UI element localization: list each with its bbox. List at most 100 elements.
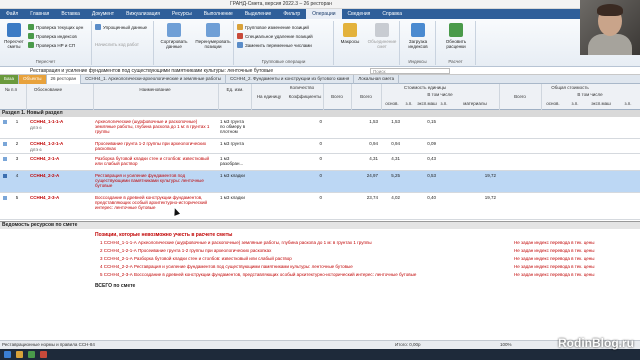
warning-item[interactable]: 3 ССНН4_2-1-А Разборка бутовой кладки ст… [100,256,292,261]
warning-item[interactable]: 5 ССНН4_2-3-А Воссоздание в древней конс… [100,272,416,277]
table-row[interactable]: 1 ССНН4_1-1-1-А ДЛЭ 6 Археологические (ш… [0,117,640,139]
col-osn[interactable]: основ. [382,101,402,106]
row-unit: 1 м3 кладки [220,195,245,200]
tab-estimate[interactable]: 26 ресторан [46,75,82,84]
col-ekspl[interactable]: эксп.маш [416,101,438,106]
row-code: ССНН4_2-2-А [30,173,60,178]
col-overall-incl[interactable]: В том числе [542,92,638,97]
col-materials[interactable]: материалы [452,101,498,106]
download-icon [411,23,425,37]
row-code: ССНН4_1-1-1-А [30,119,64,124]
title-bar: ГРАНД-Смета, версия 2022.3 – 26 ресторан [0,0,640,9]
menu-selection[interactable]: Выделение [239,9,278,19]
col-zpm[interactable]: з.п. [438,101,450,106]
col-qty-coef[interactable]: Коэффициенты [287,94,323,99]
tab-base[interactable]: База [0,75,19,84]
table-row-selected[interactable]: 4 ССНН4_2-2-А Реставрация и усиление фун… [0,171,640,193]
app-icon[interactable] [40,351,47,358]
tab-ssnn-2[interactable]: ССНН4_2. Фундаменты и конструкции из бут… [226,75,355,84]
menu-execution[interactable]: Выполнение [198,9,239,19]
menu-home[interactable]: Главная [24,9,55,19]
table-row[interactable]: 3 ССНН4_2-1-А Разборка бутовой кладки ст… [0,154,640,171]
update-rates-button[interactable]: Обновить расценки [438,23,474,49]
ribbon-group-calc: Обновить расценки Расчет [436,21,476,65]
ribbon-group-sort: Сортировать данные Перенумеровать позици… [154,21,234,65]
col-o-ekspl[interactable]: эксп.маш [586,101,616,106]
menu-help[interactable]: Справка [376,9,408,19]
section-header[interactable]: Раздел 1. Новый раздел [0,110,640,117]
row-unit: 1 м3 разобран... [220,156,244,166]
simplified-data-button[interactable]: Упрощенный данные [95,24,147,30]
renumber-icon [206,23,220,37]
col-basis[interactable]: Обоснование [28,87,68,92]
window-title: ГРАНД-Смета, версия 2022.3 – 26 ресторан [230,1,332,7]
warning-item[interactable]: 1 ССНН4_1-1-1-А Археологические (шурфово… [100,240,372,245]
edit-line: Реставрация и усиление фундаментов под с… [0,67,640,75]
explorer-icon[interactable] [16,351,23,358]
search-input[interactable]: Поиск [370,68,450,74]
row-qty: 0 [319,119,322,124]
group-change-button[interactable]: Групповое изменение позиций [237,24,309,30]
menu-document[interactable]: Документ [86,9,120,19]
merge-estimates-button[interactable]: Объединение смет [366,23,398,49]
table-row[interactable]: 2 ССНН4_1-2-1-А ДЛЭ 6 Просеивание грунта… [0,139,640,154]
warning-item[interactable]: 2 ССНН4_1-2-1-А Просеивание грунта 1-2 г… [100,248,271,253]
col-name[interactable]: Наименование [95,87,215,92]
resource-sheet-header[interactable]: Ведомость ресурсов по смете [0,221,640,229]
menu-insert[interactable]: Вставка [55,9,86,19]
col-cost-unit[interactable]: Стоимость единицы [352,85,498,90]
menu-filter[interactable]: Фильтр [277,9,306,19]
renumber-button[interactable]: Перенумеровать позиции [194,23,232,49]
replace-icon [237,42,243,48]
col-cost-total[interactable]: Всего [352,94,380,99]
ribbon-group-indexes: Загрузка индексов Индексы [400,21,436,65]
menu-file[interactable]: Файл [0,9,24,19]
tab-objects[interactable]: Объекты [18,75,47,84]
col-num[interactable]: № п.п [2,87,20,92]
table-row[interactable]: 5 ССНН4_2-3-А Воссоздание в древней конс… [0,193,640,220]
check-nr-sp-button[interactable]: Проверка НР и СП [28,42,75,48]
replace-vars-button[interactable]: Заменить переменные числами [237,42,312,48]
tab-local-estimate[interactable]: Локальная смета [354,75,400,84]
check-prices-button[interactable]: Проверка текущих цен [28,24,83,30]
col-qty-unit[interactable]: На единицу [252,94,286,99]
edit-line-text[interactable]: Реставрация и усиление фундаментов под с… [30,68,273,74]
menu-operations[interactable]: Операции [306,9,342,19]
group-label-recalc: Пересчет [35,59,56,64]
check-indexes-button[interactable]: Проверка индексов [28,33,77,39]
status-zoom[interactable]: 100% [500,342,512,347]
row-qty: 0 [319,173,322,178]
col-overall[interactable]: Общая стоимость [500,85,640,90]
col-qty[interactable]: Количество [252,85,352,90]
macros-button[interactable]: Макросы [336,23,364,44]
app-icon[interactable] [28,351,35,358]
special-delete-button[interactable]: Специальное удаление позиций [237,33,313,39]
col-qty-total[interactable]: Всего [324,94,350,99]
col-zp[interactable]: з.п. [402,101,416,106]
col-unit[interactable]: Ед. изм. [220,87,250,92]
taskbar [0,349,640,360]
warning-item[interactable]: 4 ССНН4_2-2-А Реставрация и усиление фун… [100,264,353,269]
col-o-zp[interactable]: з.п. [566,101,584,106]
sort-data-button[interactable]: Сортировать данные [156,23,192,49]
tab-ssnn-1[interactable]: ССНН4_1. Археологически-археологические … [81,75,226,84]
assign-work-code-button[interactable]: Начислить код работ [95,42,139,47]
no-index-note: Не задан индекс перевода в тек. цены [514,240,595,245]
col-o-osn[interactable]: основ. [542,101,564,106]
menu-info[interactable]: Сведения [342,9,377,19]
menu-view[interactable]: Вижуализация [120,9,166,19]
load-indexes-button[interactable]: Загрузка индексов [402,23,434,49]
ribbon: Пересчет сметы Проверка текущих цен Пров… [0,19,640,67]
col-cost-incl[interactable]: В том числе [382,92,498,97]
row-type-icon [3,174,7,178]
estimate-total-label: ВСЕГО по смете [95,283,136,289]
col-overall-total[interactable]: Всего [500,94,540,99]
check-icon [28,42,34,48]
recalc-icon [7,23,21,37]
recalc-estimate-button[interactable]: Пересчет сметы [2,23,26,49]
presenter-hair [597,4,623,16]
row-number: 5 [15,195,19,200]
menu-resources[interactable]: Ресурсы [166,9,198,19]
col-o-zpm[interactable]: з.п. [618,101,638,106]
start-icon[interactable] [4,351,11,358]
